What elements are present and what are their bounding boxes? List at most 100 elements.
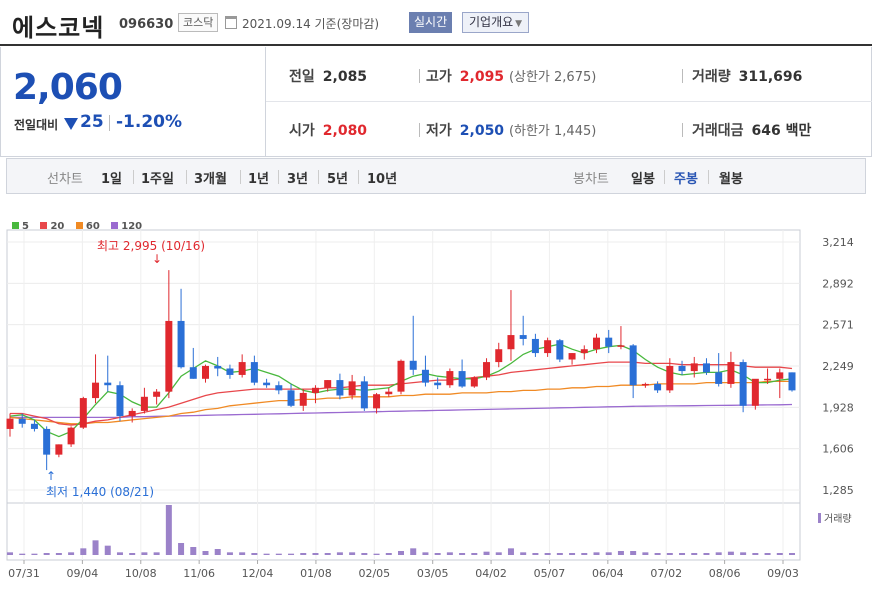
candle-body [324, 380, 332, 388]
volume-bar [410, 548, 417, 555]
divider [109, 115, 110, 131]
volume-bar [642, 552, 649, 555]
volume-bar [361, 553, 368, 555]
candle-body [6, 418, 14, 429]
volume-bar [544, 553, 551, 555]
y-tick-label: 2,249 [822, 360, 854, 373]
candle-body [92, 382, 100, 399]
y-tick-label: 2,571 [822, 319, 854, 332]
candle-body [128, 410, 136, 417]
volume-bar [190, 547, 197, 555]
ma120-line [10, 403, 793, 419]
legend-ma60: 60 [75, 221, 100, 232]
candle-body [55, 444, 63, 455]
volume-bar [385, 553, 392, 555]
candle-monthly[interactable]: 월봉 [719, 168, 743, 187]
period-3months[interactable]: 3개월 [194, 168, 227, 187]
candle-body [470, 377, 478, 387]
volume-bar [19, 553, 26, 555]
divider [419, 123, 420, 137]
legend-label: 5 [22, 221, 29, 232]
volume-bar [715, 552, 722, 555]
candle-body [593, 337, 600, 350]
realtime-button[interactable]: 실시간 [409, 12, 453, 33]
x-tick-label: 07/31 [8, 567, 40, 580]
volume-bar [300, 553, 307, 555]
divider [708, 170, 709, 184]
candle-body [116, 385, 124, 417]
volume-bar [324, 553, 331, 555]
volume-bar [495, 552, 502, 555]
volume-bar [153, 552, 160, 555]
volume-bar [214, 549, 221, 555]
period-1week[interactable]: 1주일 [141, 168, 174, 187]
volume-bar [226, 552, 233, 555]
candle-body [568, 353, 576, 360]
y-tick-label: 2,892 [822, 277, 854, 290]
prev-close-value: 2,085 [322, 69, 368, 85]
candle-body [776, 372, 784, 379]
y-tick-label: 3,214 [822, 236, 854, 249]
candle-body [336, 380, 344, 396]
candle-body [43, 428, 51, 455]
divider [278, 170, 279, 184]
down-arrow-icon: ↓ [152, 252, 162, 266]
x-tick-label: 12/04 [242, 567, 274, 580]
candle-daily[interactable]: 일봉 [631, 168, 655, 187]
volume-bar [55, 553, 62, 555]
candle-weekly[interactable]: 주봉 [674, 168, 698, 187]
candle-body [617, 345, 625, 347]
lower-limit: (하한가 1,445) [508, 124, 597, 139]
volume-bar [165, 505, 172, 555]
volume-legend-swatch [818, 513, 821, 523]
y-tick-label: 1,606 [822, 443, 854, 456]
ma60-line [9, 380, 792, 425]
legend-label: 20 [50, 221, 65, 232]
candle-body [495, 349, 503, 363]
company-overview-dropdown[interactable]: 기업개요 ▼ [462, 12, 530, 33]
volume-bar [507, 548, 514, 555]
change-value: 25 [80, 112, 104, 132]
chart-frame [6, 229, 801, 561]
x-tick-label: 10/08 [125, 567, 157, 580]
divider [186, 170, 187, 184]
ma5-line [9, 343, 793, 438]
candle-body [654, 383, 662, 391]
candle-body [238, 362, 246, 375]
volume-bar [68, 552, 75, 555]
x-tick-label: 06/04 [592, 567, 624, 580]
volume-bar [288, 553, 295, 555]
volume-bar [275, 553, 282, 555]
candle-body [788, 372, 796, 391]
volume-bar [104, 545, 111, 555]
x-tick-label: 01/08 [300, 567, 332, 580]
price-info-panel: 2,060 전일대비 25 -1.20% 전일 2,085 고가 2,095 (상한… [0, 47, 872, 157]
volume-bar [630, 551, 637, 555]
volume-bar [703, 553, 710, 555]
volume-bar [422, 552, 429, 555]
volume-bar [776, 553, 783, 555]
period-3years[interactable]: 3년 [287, 168, 308, 187]
period-1day[interactable]: 1일 [101, 168, 122, 187]
candle-body [605, 337, 613, 347]
chevron-down-icon: ▼ [515, 19, 523, 29]
high-value: 2,095 [459, 69, 505, 85]
divider [682, 123, 683, 137]
candle-body [104, 382, 112, 386]
row-divider [266, 101, 872, 102]
candle-body [690, 363, 698, 372]
candle-body [580, 349, 588, 354]
open-value: 2,080 [322, 123, 368, 139]
candle-body [446, 371, 454, 386]
current-price: 2,060 [13, 67, 123, 108]
volume-bar [727, 551, 734, 555]
period-1year[interactable]: 1년 [248, 168, 269, 187]
divider [682, 69, 683, 83]
line-chart-label: 선차트 [47, 172, 83, 187]
candle-body [287, 390, 295, 406]
volume-bar [31, 553, 38, 555]
period-10years[interactable]: 10년 [367, 168, 397, 187]
candle-body [67, 427, 75, 445]
period-5years[interactable]: 5년 [327, 168, 348, 187]
candle-body [214, 365, 222, 369]
